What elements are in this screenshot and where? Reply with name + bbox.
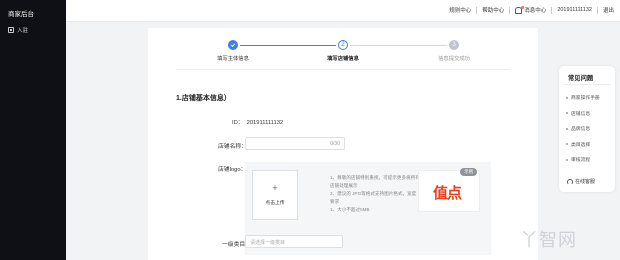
bullet-icon [566,143,568,146]
example-logo: 值点 [433,184,462,202]
upload-label: 点击上传 [265,201,285,206]
divider [509,6,511,14]
id-row: ID： 201911111132 [232,117,283,126]
plus-icon: + [272,183,278,193]
faq-item-label: 审核流程 [571,158,591,164]
faq-item[interactable]: 审核流程 [566,152,600,168]
message-center-link[interactable]: 消息中心 [524,6,546,14]
step-3-circle: 3 [449,40,459,50]
faq-item[interactable]: 店铺信息 [566,106,600,122]
upload-button[interactable]: + 点击上传 [252,170,298,220]
faq-item-label: 店铺信息 [571,111,591,117]
faq-item[interactable]: 类目选择 [566,137,600,153]
step-2-circle: 2 [338,40,348,50]
faq-item[interactable]: 品牌信息 [566,121,600,137]
divider [596,6,598,14]
upload-tips: 1、尊敬的店铺特别重视，可提示更多将所有店铺处理展示 2、建议的 JPG等格式支… [330,174,420,214]
logo-label: 店铺logo： [218,167,247,173]
example-badge: 示例 [460,168,477,176]
shop-name-label: 店铺名称： [218,144,247,150]
faq-item[interactable]: 商家操作手册 [566,90,600,106]
bullet-icon [566,127,568,130]
divider [176,69,510,70]
id-value: 201911111132 [246,120,284,126]
step-3-label: 信息提交成功 [438,56,470,62]
char-counter: 0/30 [330,141,340,147]
faq-title: 常见问题 [568,75,594,82]
faq-item-label: 品牌信息 [571,127,591,133]
form-card: 2 3 填写主体信息 填写店铺信息 信息提交成功 1.店铺基本信息） ID： 20… [148,28,538,260]
section-title: 1.店铺基本信息） [176,95,231,102]
bullet-icon [566,158,568,161]
check-icon [228,40,238,50]
tip-line: 1、大小不超过5MB [330,207,370,212]
example-logo-preview: 示例 值点 [418,168,480,212]
step-connector-pending [350,45,447,46]
watermark: 丫智网 [520,230,577,251]
progress-steps: 2 3 填写主体信息 填写店铺信息 信息提交成功 [204,40,470,70]
top-bar: 规则中心 帮助中心 消息中心 201911111132 退出 [66,0,620,22]
divider [551,6,553,14]
bell-icon[interactable] [515,5,525,14]
unread-dot [521,5,525,9]
step-2-label: 填写店铺信息 [327,56,359,62]
sidebar-item-label: 入驻 [17,28,29,34]
id-label: ID： [232,120,244,126]
tip-line: 1、尊敬的店铺特别重视，可提示更多将所有店铺处理展示 [330,175,420,188]
sidebar: 商家后台 入驻 [0,0,66,260]
brand-title: 商家后台 [8,11,34,18]
settle-in-icon [8,27,14,33]
divider [476,6,478,14]
faq-item-label: 类目选择 [571,142,591,148]
top-links: 规则中心 帮助中心 消息中心 201911111132 退出 [449,5,614,14]
faq-panel: 常见问题 商家操作手册 店铺信息 品牌信息 类目选择 审核流程 在线客服 [559,66,615,192]
shop-name-input[interactable]: 0/30 [245,137,345,150]
divider [563,84,611,85]
rules-center-link[interactable]: 规则中心 [449,6,471,14]
step-connector-done [240,45,336,46]
online-service-button[interactable]: 在线客服 [567,178,595,185]
faq-item-label: 商家操作手册 [571,96,600,102]
account-id[interactable]: 201911111132 [557,7,592,13]
headset-icon [567,178,573,185]
sidebar-item-settle-in[interactable]: 入驻 [8,26,28,34]
online-service-label: 在线客服 [575,179,596,185]
bullet-icon [566,96,568,99]
faq-list: 商家操作手册 店铺信息 品牌信息 类目选择 审核流程 [566,90,600,168]
help-center-link[interactable]: 帮助中心 [482,6,504,14]
step-1-label: 填写主体信息 [217,56,249,62]
bullet-icon [566,112,568,115]
logout-link[interactable]: 退出 [603,6,614,14]
tip-line: 2、建议的 JPG等格式支持图片格式，宽度要求 [330,191,417,204]
category-select[interactable]: 请选择一级类目 [245,235,343,248]
